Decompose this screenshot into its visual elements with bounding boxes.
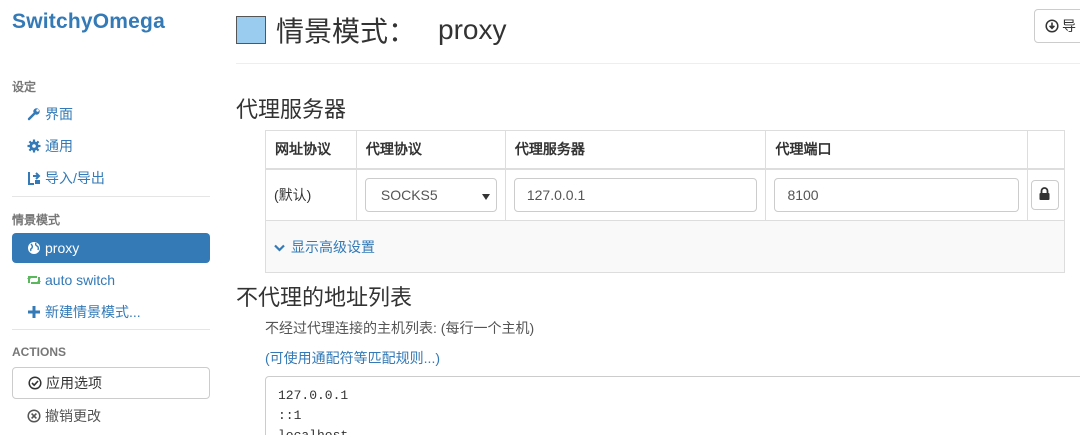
new-profile-button[interactable]: 新建情景模式... <box>12 297 210 327</box>
export-label: 导 <box>1062 18 1076 34</box>
sidebar-item-label: 导入/导出 <box>45 170 105 186</box>
apply-options-button[interactable]: 应用选项 <box>12 367 210 399</box>
actions-section-label: ACTIONS <box>12 345 66 359</box>
show-advanced-label: 显示高级设置 <box>291 238 375 255</box>
export-pac-button[interactable]: 导 <box>1034 9 1080 43</box>
download-icon <box>1045 19 1059 33</box>
proxy-port-input[interactable]: 8100 <box>774 177 1019 212</box>
proxy-servers-heading: 代理服务器 <box>236 97 347 122</box>
apply-options-label: 应用选项 <box>46 375 102 391</box>
proxy-auth-button[interactable] <box>1030 179 1059 210</box>
bypass-help-text: 不经过代理连接的主机列表: (每行一个主机) <box>265 320 535 336</box>
sidebar-item-label: auto switch <box>45 272 116 288</box>
caret-down-icon <box>481 187 490 203</box>
check-circle-icon <box>27 376 43 390</box>
divider <box>236 63 1080 64</box>
table-row: 显示高级设置 <box>265 220 1065 273</box>
chevron-down-icon <box>274 239 285 255</box>
lock-icon <box>1039 186 1050 203</box>
port-cell: 8100 <box>765 168 1028 221</box>
table-header-row: 网址协议 代理协议 代理服务器 代理端口 <box>265 130 1066 170</box>
sidebar-item-label: proxy <box>45 240 80 256</box>
settings-section-label: 设定 <box>12 80 37 94</box>
plus-icon <box>26 305 42 319</box>
wrench-icon <box>26 107 42 121</box>
profile-name: proxy <box>438 14 507 45</box>
page-title-label: 情景模式： <box>276 16 417 47</box>
auth-cell <box>1026 168 1066 221</box>
protocol-select[interactable]: SOCKS5 <box>364 177 497 212</box>
profiles-section-label: 情景模式 <box>12 213 61 227</box>
sidebar-item-label: 界面 <box>45 106 73 122</box>
column-header: 网址协议 <box>265 130 357 170</box>
main-content: 情景模式： proxy 导 代理服务器 网址协议 代理协议 代理服务器 代理端口… <box>236 0 1080 435</box>
gear-icon <box>26 139 42 153</box>
advanced-row: 显示高级设置 <box>265 220 1065 273</box>
sidebar-item-ui[interactable]: 界面 <box>12 99 210 129</box>
divider <box>12 329 210 330</box>
sidebar-item-label: 新建情景模式... <box>45 304 141 320</box>
table-row: (默认) SOCKS5 127.0.0.1 8100 <box>265 168 1066 221</box>
discard-changes-button[interactable]: 撤销更改 <box>12 401 210 431</box>
column-header: 代理协议 <box>355 130 506 170</box>
sidebar-item-auto-switch[interactable]: auto switch <box>12 265 210 295</box>
show-advanced-link[interactable]: 显示高级设置 <box>274 237 375 257</box>
sidebar-item-proxy[interactable]: proxy <box>12 233 210 263</box>
bypass-list-heading: 不代理的地址列表 <box>236 285 413 310</box>
globe-icon <box>26 241 42 255</box>
column-header: 代理端口 <box>765 130 1028 170</box>
sidebar-item-general[interactable]: 通用 <box>12 131 210 161</box>
page-title: 情景模式： proxy <box>236 10 506 50</box>
scheme-cell: (默认) <box>265 168 357 221</box>
retweet-icon <box>26 273 42 287</box>
bypass-list-textarea[interactable]: 127.0.0.1 ::1 localhost <box>265 376 1080 435</box>
profile-color-swatch[interactable] <box>236 16 266 44</box>
import-export-icon <box>26 171 42 185</box>
column-header: 代理服务器 <box>504 130 767 170</box>
protocol-cell: SOCKS5 <box>355 168 506 221</box>
proxy-servers-table: 网址协议 代理协议 代理服务器 代理端口 (默认) SOCKS5 127.0.0… <box>265 130 1066 273</box>
proxy-server-input[interactable]: 127.0.0.1 <box>513 177 758 212</box>
wildcard-rules-link[interactable]: (可使用通配符等匹配规则...) <box>265 348 440 368</box>
sidebar-item-label: 通用 <box>45 138 73 154</box>
divider <box>12 196 210 197</box>
sidebar: SwitchyOmega 设定 界面 通用 导入/导出 情景模式 proxy a… <box>0 0 222 435</box>
discard-changes-label: 撤销更改 <box>45 408 101 424</box>
sidebar-item-import-export[interactable]: 导入/导出 <box>12 163 210 193</box>
column-header <box>1026 130 1066 170</box>
brand-title: SwitchyOmega <box>12 10 165 33</box>
server-cell: 127.0.0.1 <box>504 168 767 221</box>
x-circle-icon <box>26 409 42 423</box>
protocol-value: SOCKS5 <box>380 186 438 203</box>
